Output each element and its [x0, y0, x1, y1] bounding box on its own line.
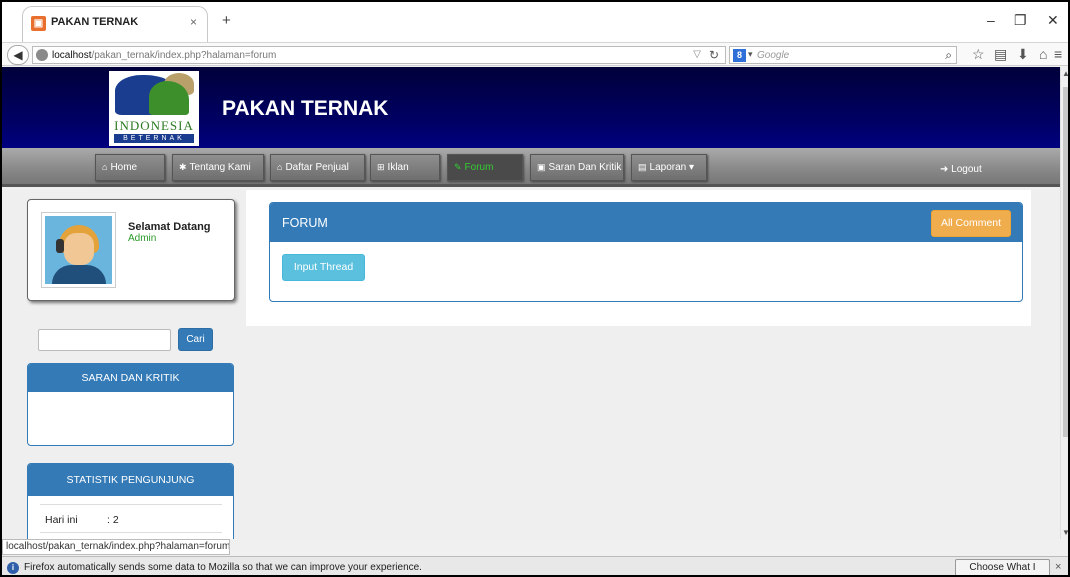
logout-icon: ➜: [940, 164, 952, 175]
close-window-icon[interactable]: ✕: [1047, 12, 1059, 29]
horse-graphic: [149, 81, 189, 115]
main-menu: ⌂ Home ✱ Tentang Kami ⌂ Daftar Penjual ⊞ Ikl…: [2, 148, 1060, 187]
favicon-icon: ▣: [31, 16, 46, 31]
comment-icon: ✎: [454, 162, 462, 172]
reload-icon[interactable]: ↻: [709, 48, 719, 62]
url-text: localhost/pakan_ternak/index.php?halaman…: [52, 50, 276, 61]
input-thread-button[interactable]: Input Thread: [282, 254, 365, 281]
menu-item-daftar-penjual[interactable]: ⌂ Daftar Penjual: [270, 154, 365, 181]
navigation-bar: ◀ localhost/pakan_ternak/index.php?halam…: [2, 42, 1068, 66]
stat-value: : 2: [107, 514, 119, 526]
browser-tab[interactable]: ▣ PAKAN TERNAK ×: [22, 6, 208, 42]
close-notification-icon[interactable]: ×: [1055, 561, 1061, 573]
home-icon: ⌂: [277, 162, 283, 172]
site-banner: INDONESIA BETERNAK PAKAN TERNAK: [2, 67, 1060, 148]
logout-link[interactable]: ➜ Logout: [940, 164, 982, 175]
scrollbar-thumb[interactable]: [1063, 87, 1068, 437]
caret-down-icon: ▾: [686, 162, 695, 173]
saran-kritik-panel: SARAN DAN KRITIK: [27, 363, 234, 446]
menu-item-label: Home: [110, 162, 138, 173]
stat-row: Hari ini : 2: [40, 504, 222, 532]
user-role: Admin: [128, 233, 157, 244]
hamburger-menu-icon[interactable]: ≡: [1054, 46, 1062, 62]
scroll-up-icon[interactable]: ▲: [1062, 69, 1068, 78]
search-bar[interactable]: 8 ▾ Google ⌕: [729, 46, 957, 64]
back-button[interactable]: ◀: [7, 45, 29, 65]
bookmark-star-icon[interactable]: ☆: [972, 46, 985, 63]
tab-strip: ▣ PAKAN TERNAK × + – ❐ ✕: [2, 2, 1068, 42]
forum-panel-header: [270, 203, 1022, 242]
restore-icon[interactable]: ❐: [1014, 12, 1027, 29]
bookmarks-list-icon[interactable]: ▤: [994, 46, 1007, 63]
search-button[interactable]: Cari: [178, 328, 213, 351]
status-bar-url: localhost/pakan_ternak/index.php?halaman…: [2, 539, 230, 555]
headset-icon: [56, 239, 64, 253]
downloads-icon[interactable]: ⬇: [1017, 46, 1029, 63]
book-icon: ▣: [537, 162, 546, 172]
minimize-icon[interactable]: –: [987, 12, 995, 28]
avatar: [41, 212, 116, 288]
browser-window: ▣ PAKAN TERNAK × + – ❐ ✕ ◀ localhost/pak…: [0, 0, 1070, 577]
menu-item-forum[interactable]: ✎ Forum: [447, 154, 523, 181]
vertical-scrollbar[interactable]: ▲ ▼: [1060, 67, 1068, 539]
url-path: /pakan_ternak/index.php?halaman=forum: [91, 50, 277, 61]
main-content: FORUM All Comment Input Thread: [246, 190, 1031, 326]
choose-what-i-share-button[interactable]: Choose What I Share: [955, 559, 1050, 575]
profile-card: Selamat Datang Admin: [27, 199, 235, 301]
new-tab-button[interactable]: +: [222, 12, 231, 29]
page-content: INDONESIA BETERNAK PAKAN TERNAK ⌂ Home ✱ T…: [2, 67, 1060, 539]
stat-label: Hari ini: [45, 514, 78, 526]
tab-close-icon[interactable]: ×: [190, 15, 197, 29]
logout-label: Logout: [951, 164, 982, 175]
notification-message: Firefox automatically sends some data to…: [24, 562, 422, 573]
menu-item-tentang-kami[interactable]: ✱ Tentang Kami: [172, 154, 264, 181]
sidebar-search-input[interactable]: [38, 329, 171, 351]
notification-bar: i Firefox automatically sends some data …: [2, 556, 1068, 575]
menu-item-label: Tentang Kami: [189, 162, 251, 173]
welcome-text: Selamat Datang: [128, 221, 211, 233]
tab-title: PAKAN TERNAK: [51, 16, 139, 28]
menu-item-label: Iklan: [387, 162, 409, 173]
site-title: PAKAN TERNAK: [222, 97, 389, 120]
statistik-heading: STATISTIK PENGUNJUNG: [28, 464, 233, 496]
logo-subtext: BETERNAK: [114, 134, 194, 143]
forum-title: FORUM: [282, 216, 328, 230]
menu-item-label: Saran Dan Kritik: [548, 162, 622, 173]
menu-item-label: Forum: [464, 162, 494, 173]
stat-row-divider: [40, 532, 222, 539]
site-identity-icon[interactable]: [36, 49, 48, 61]
menu-item-home[interactable]: ⌂ Home: [95, 154, 165, 181]
search-engine-icon[interactable]: 8: [733, 49, 746, 62]
menu-item-saran-dan-kritik[interactable]: ▣ Saran Dan Kritik: [530, 154, 624, 181]
home-page-icon[interactable]: ⌂: [1039, 46, 1047, 62]
menu-item-label: Laporan: [649, 162, 687, 173]
url-dropdown-icon[interactable]: ▽: [693, 49, 701, 60]
forum-panel: FORUM All Comment Input Thread: [269, 202, 1023, 302]
url-bar[interactable]: localhost/pakan_ternak/index.php?halaman…: [32, 46, 726, 64]
site-logo[interactable]: INDONESIA BETERNAK: [109, 71, 199, 146]
asterisk-icon: ✱: [179, 162, 187, 172]
home-icon: ⌂: [102, 162, 108, 172]
menu-item-iklan[interactable]: ⊞ Iklan: [370, 154, 440, 181]
shopping-cart-icon: ⊞: [377, 162, 385, 172]
url-host: localhost: [52, 50, 92, 61]
all-comment-button[interactable]: All Comment: [931, 210, 1011, 237]
saran-kritik-heading: SARAN DAN KRITIK: [28, 364, 233, 392]
logo-text: INDONESIA: [114, 118, 194, 133]
menu-item-label: Daftar Penjual: [285, 162, 349, 173]
menu-item-laporan[interactable]: ▤ Laporan ▾: [631, 154, 707, 181]
list-icon: ▤: [638, 162, 647, 172]
scroll-down-icon[interactable]: ▼: [1062, 528, 1068, 537]
statistik-panel: STATISTIK PENGUNJUNG Hari ini : 2: [27, 463, 234, 539]
info-icon: i: [7, 562, 19, 574]
search-placeholder: Google: [757, 50, 790, 61]
search-icon[interactable]: ⌕: [945, 48, 952, 63]
search-engine-dropdown-icon[interactable]: ▾: [748, 49, 753, 60]
